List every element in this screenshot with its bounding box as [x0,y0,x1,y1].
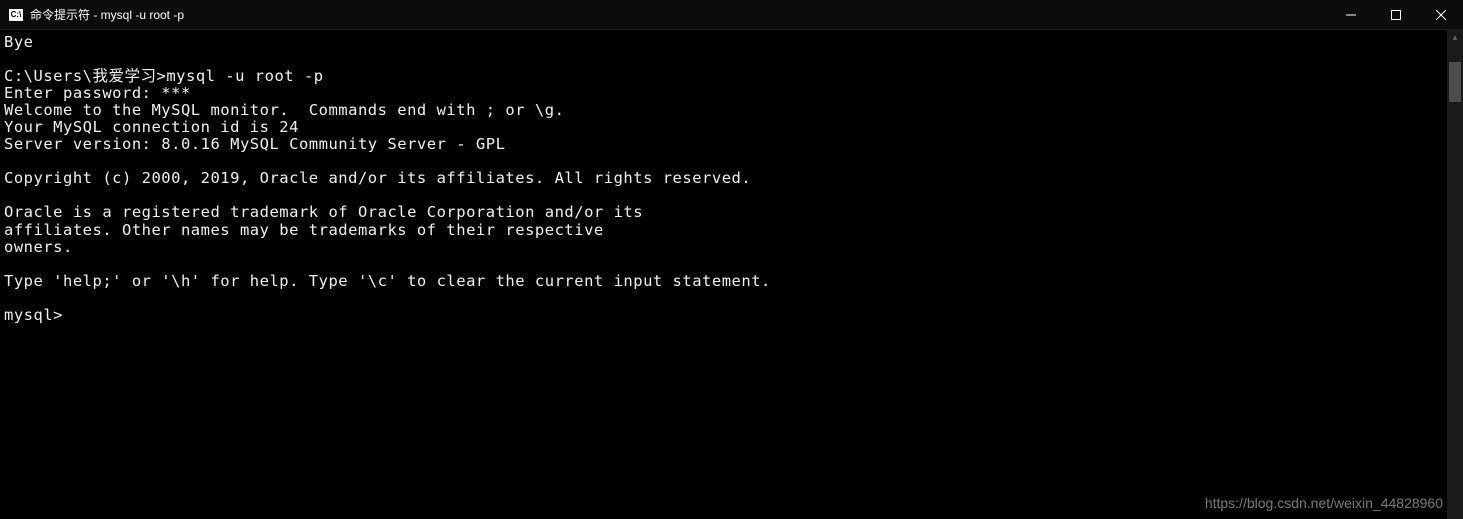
window-controls [1328,0,1463,29]
scroll-thumb[interactable] [1449,62,1461,102]
terminal-line: owners. [4,238,73,256]
terminal-line: affiliates. Other names may be trademark… [4,221,604,239]
terminal-line: Type 'help;' or '\h' for help. Type '\c'… [4,272,771,290]
window-titlebar: 命令提示符 - mysql -u root -p [0,0,1463,30]
terminal-line: Copyright (c) 2000, 2019, Oracle and/or … [4,169,751,187]
terminal-line: Your MySQL connection id is 24 [4,118,299,136]
vertical-scrollbar[interactable]: ▲ [1447,30,1463,519]
minimize-button[interactable] [1328,0,1373,30]
terminal-line: Welcome to the MySQL monitor. Commands e… [4,101,564,119]
scroll-up-arrow-icon[interactable]: ▲ [1447,30,1463,46]
window-title: 命令提示符 - mysql -u root -p [30,6,184,23]
terminal-line: Oracle is a registered trademark of Orac… [4,203,643,221]
terminal-line: mysql> [4,306,63,324]
maximize-icon [1391,10,1401,20]
terminal-output[interactable]: Bye C:\Users\我爱学习>mysql -u root -p Enter… [0,30,1447,519]
cmd-prompt-icon [8,8,24,22]
close-button[interactable] [1418,0,1463,30]
terminal-line: Server version: 8.0.16 MySQL Community S… [4,135,505,153]
terminal-line: Bye [4,33,34,51]
titlebar-left: 命令提示符 - mysql -u root -p [8,6,184,23]
close-icon [1436,10,1446,20]
maximize-button[interactable] [1373,0,1418,30]
terminal-line: C:\Users\我爱学习>mysql -u root -p [4,67,324,85]
terminal-body: Bye C:\Users\我爱学习>mysql -u root -p Enter… [0,30,1463,519]
watermark-text: https://blog.csdn.net/weixin_44828960 [1205,495,1443,511]
minimize-icon [1346,10,1356,20]
terminal-line: Enter password: *** [4,84,191,102]
